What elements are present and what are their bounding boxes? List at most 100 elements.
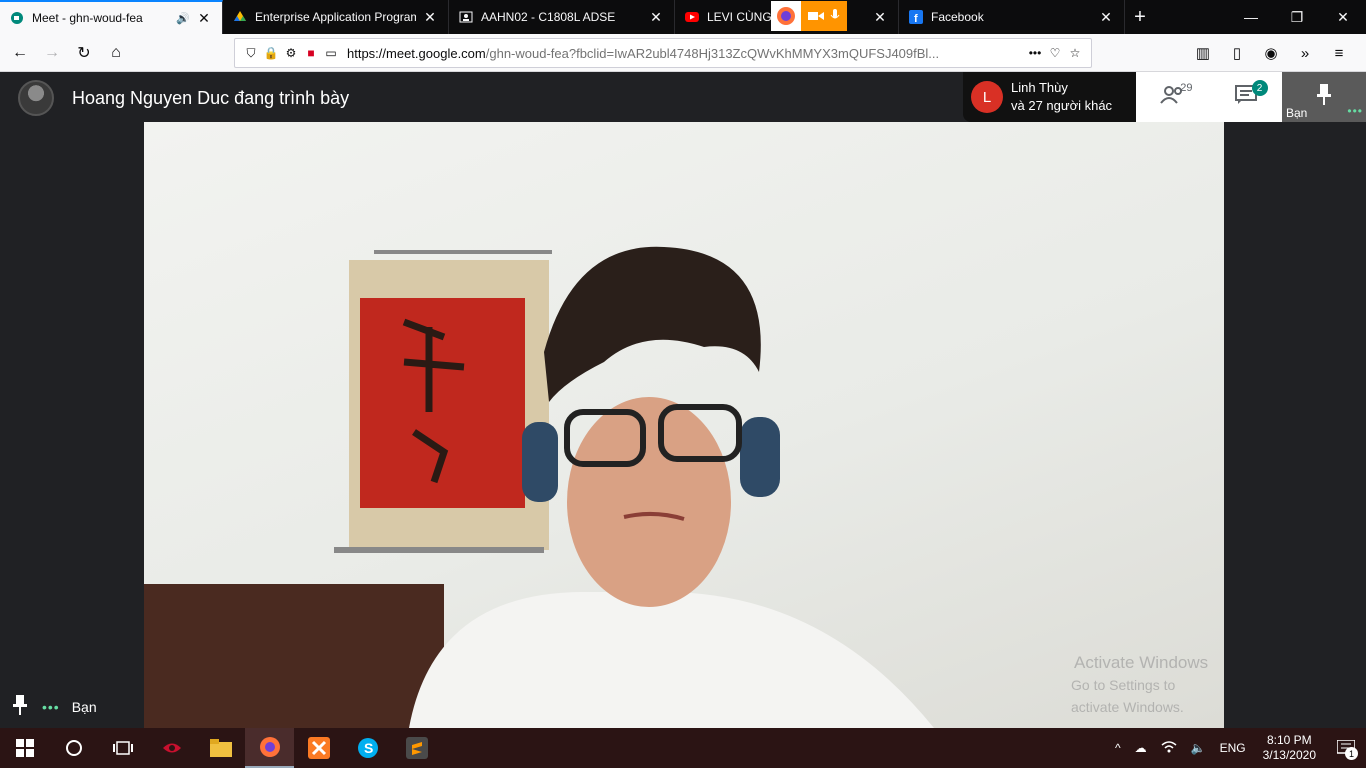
action-center-icon[interactable]: 1 [1326,728,1366,768]
back-arrow-icon[interactable]: ← [4,37,36,69]
tab-classroom[interactable]: AAHN02 - C1808L ADSE ✕ [449,0,675,34]
new-tab-button[interactable]: + [1125,0,1155,34]
presenter-avatar [18,80,54,116]
forward-arrow-icon[interactable]: → [36,37,68,69]
headphone-right [740,417,780,497]
svg-text:S: S [364,740,373,756]
speaker-name: Linh Thùy [1011,80,1068,95]
camera-icon[interactable]: ■ [301,43,321,63]
hair [544,246,761,402]
speaker-avatar: L [971,81,1003,113]
restore-icon[interactable]: ❐ [1274,0,1320,34]
close-window-icon[interactable]: ✕ [1320,0,1366,34]
meet-area: Hoang Nguyen Duc đang trình bày L Linh T… [0,72,1366,728]
scroll-rod-top [374,250,552,254]
garena-icon[interactable] [147,728,196,768]
meet-icon-panel: 29 2 [1136,72,1282,122]
close-tab-icon[interactable]: ✕ [422,9,438,26]
pin-icon[interactable] [12,695,28,718]
svg-text:f: f [914,13,918,24]
account-icon[interactable]: ◉ [1254,37,1288,69]
close-tab-icon[interactable]: ✕ [648,9,664,26]
menu-icon[interactable]: ≡ [1322,37,1356,69]
library-icon[interactable]: ▥ [1186,37,1220,69]
reload-icon[interactable]: ↻ [68,37,100,69]
url-bar[interactable]: ⛉ 🔒 ⚙ ■ ▭ https://meet.google.com/ghn-wo… [234,38,1092,68]
start-windows-icon[interactable] [0,728,49,768]
url-domain: https://meet.google.com [347,45,486,61]
pocket-icon[interactable]: ♡ [1045,43,1065,63]
overflow-chevron-icon[interactable]: » [1288,37,1322,69]
chat-button[interactable]: 2 [1228,80,1268,112]
home-icon[interactable]: ⌂ [100,37,132,69]
close-tab-icon[interactable]: ✕ [196,10,212,27]
bottom-self-controls: ••• Bạn [12,695,97,718]
watermark-line1: Activate Windows [1074,653,1209,672]
tab-title: AAHN02 - C1808L ADSE [481,10,616,24]
permissions-icon[interactable]: ⚙ [281,43,301,63]
language-indicator[interactable]: ENG [1213,741,1253,755]
system-tray: ^ ☁ 🔈 ENG 8:10 PM 3/13/2020 1 [1108,728,1366,768]
headphone-left [522,422,558,502]
windows-activation-watermark: Activate Windows Go to Settings to activ… [1071,652,1224,718]
url-text[interactable]: https://meet.google.com/ghn-woud-fea?fbc… [347,46,1025,61]
active-speaker-summary[interactable]: L Linh Thùy và 27 người khác [963,72,1136,122]
bookmark-star-icon[interactable]: ☆ [1065,43,1085,63]
navigation-bar: ← → ↻ ⌂ ⛉ 🔒 ⚙ ■ ▭ https://meet.google.co… [0,34,1366,72]
sidebar-icon[interactable]: ▯ [1220,37,1254,69]
more-options-icon[interactable]: ••• [42,699,60,715]
chat-badge: 2 [1251,80,1268,96]
tab-title: Facebook [931,10,984,24]
close-tab-icon[interactable]: ✕ [1098,9,1114,26]
clock-time: 8:10 PM [1266,733,1312,747]
presenter-text: Hoang Nguyen Duc đang trình bày [72,87,350,108]
sharing-indicator[interactable] [771,1,847,31]
presentation-video: Activate Windows Go to Settings to activ… [144,122,1224,728]
chair [144,584,444,728]
chat-bubble-icon[interactable]: ▭ [321,43,341,63]
firefox-icon [771,1,801,31]
classroom-icon [459,10,473,24]
skype-icon[interactable]: S [343,728,392,768]
tab-meet[interactable]: Meet - ghn-woud-fea 🔊 ✕ [0,0,223,34]
search-circle-icon[interactable] [49,728,98,768]
window-controls: — ❐ ✕ [1228,0,1366,34]
tab-title: Enterprise Application Programming [255,10,416,24]
file-explorer-icon[interactable] [196,728,245,768]
more-actions-icon[interactable]: ••• [1025,43,1045,63]
tab-enterprise[interactable]: Enterprise Application Programming ✕ [223,0,449,34]
white-shirt [409,592,934,728]
browser-tab-strip: Meet - ghn-woud-fea 🔊 ✕ Enterprise Appli… [0,0,1366,34]
wifi-icon[interactable] [1154,740,1184,757]
volume-icon[interactable]: 🔈 [1184,741,1213,755]
speaker-icon[interactable]: 🔊 [176,12,190,25]
bottom-self-label: Bạn [71,698,97,715]
minimize-icon[interactable]: — [1228,0,1274,34]
google-meet-icon [10,11,24,25]
speaker-lines: Linh Thùy và 27 người khác [1011,79,1112,115]
participant-count: 29 [1180,82,1193,94]
lock-icon[interactable]: 🔒 [261,43,281,63]
clock[interactable]: 8:10 PM 3/13/2020 [1253,733,1326,763]
firefox-taskbar-icon[interactable] [245,728,294,768]
scroll-rod-bottom [334,547,544,553]
task-view-icon[interactable] [98,728,147,768]
meet-info-panel: L Linh Thùy và 27 người khác 29 2 Bạn ••… [963,72,1366,122]
chevron-up-icon[interactable]: ^ [1108,741,1128,755]
participants-button[interactable]: 29 [1155,82,1193,112]
presenter-header: Hoang Nguyen Duc đang trình bày [18,80,349,116]
notification-count: 1 [1345,747,1358,760]
tab-facebook[interactable]: f Facebook ✕ [899,0,1125,34]
onedrive-cloud-icon[interactable]: ☁ [1128,741,1154,755]
scroll-red-panel [360,298,525,508]
watermark-line2: Go to Settings to activate Windows. [1071,677,1184,715]
face [567,397,731,607]
shield-icon[interactable]: ⛉ [241,43,261,63]
self-view-tile[interactable]: Bạn ••• [1282,72,1366,122]
more-options-icon[interactable]: ••• [1347,104,1363,118]
close-tab-icon[interactable]: ✕ [872,9,888,26]
sublime-text-icon[interactable] [392,728,441,768]
xampp-icon[interactable] [294,728,343,768]
pin-icon[interactable] [1316,84,1332,111]
speaker-others: và 27 người khác [1011,98,1113,113]
